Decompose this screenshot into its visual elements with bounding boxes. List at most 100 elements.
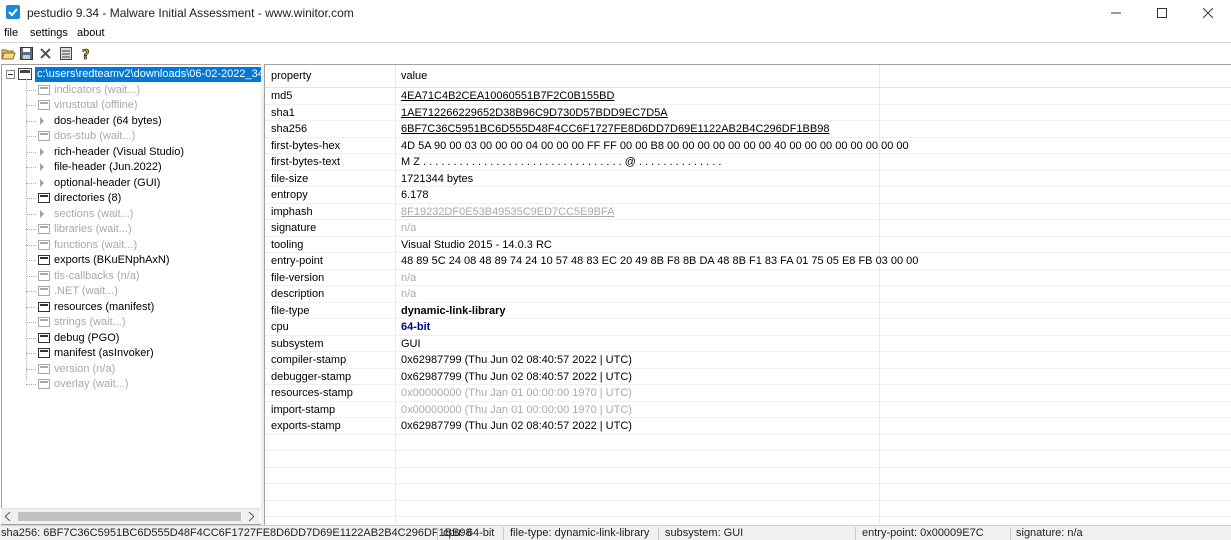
scrollbar-thumb[interactable] [18,512,241,521]
table-row[interactable]: exports-stamp 0x62987799 (Thu Jun 02 08:4… [265,417,1231,435]
value-cell[interactable]: 6BF7C36C5951BC6D555D48F4CC6F1727FE8D6DD7… [401,123,829,135]
tree-item-label[interactable]: exports (BKuENphAxN) [54,254,170,266]
table-row[interactable] [265,483,1231,501]
tree-item[interactable]: dos-stub (wait...) [2,129,261,144]
table-row[interactable]: entry-point 48 89 5C 24 08 48 89 74 24 10… [265,252,1231,270]
tree-item[interactable]: rich-header (Visual Studio) [2,145,261,160]
table-row[interactable]: file-size 1721344 bytes [265,170,1231,187]
tree-item[interactable]: file-header (Jun.2022) [2,160,261,175]
property-cell: file-type [271,304,310,317]
list-icon[interactable] [57,45,74,62]
tree-item-label[interactable]: .NET (wait...) [54,285,118,297]
table-row[interactable]: first-bytes-text M Z . . . . . . . . . . … [265,153,1231,171]
close-icon[interactable] [37,45,54,62]
tree-item-label[interactable]: libraries (wait...) [54,223,132,235]
key-icon [37,270,51,282]
table-row[interactable]: file-version n/a [265,269,1231,286]
tree-item[interactable]: version (n/a) [2,362,261,377]
table-row[interactable] [265,467,1231,484]
header-property[interactable]: property [271,70,311,82]
scroll-right-icon[interactable] [248,512,254,521]
tree-root[interactable]: c:\users\redteamv2\downloads\06-02-2022_… [2,67,261,82]
tree-pane[interactable]: c:\users\redteamv2\downloads\06-02-2022_… [1,64,262,525]
table-row[interactable]: file-type dynamic-link-library [265,302,1231,319]
menu-file[interactable]: file [4,27,18,39]
maximize-button[interactable] [1139,0,1185,25]
menu-about[interactable]: about [77,27,105,39]
tree-item[interactable]: .NET (wait...) [2,284,261,299]
tree-horizontal-scrollbar[interactable] [1,508,260,524]
tree-item-label[interactable]: strings (wait...) [54,316,126,328]
table-row[interactable]: debugger-stamp 0x62987799 (Thu Jun 02 08:… [265,368,1231,385]
expander-icon[interactable] [40,209,44,218]
value-cell[interactable]: 1AE712266229652D38B96C9D730D57BDD9EC7D5A [401,107,668,119]
tree-item-label[interactable]: optional-header (GUI) [54,177,160,189]
table-row[interactable] [265,434,1231,451]
expander-icon[interactable] [40,178,44,187]
value-cell[interactable]: 8F19232DF0E53B49535C9ED7CC5E9BFA [401,206,614,218]
tree-item-label[interactable]: virustotal (offline) [54,99,138,111]
tree-item-label[interactable]: manifest (asInvoker) [54,347,154,359]
tree-item-label[interactable]: debug (PGO) [54,332,119,344]
table-row[interactable]: md5 4EA71C4B2CEA10060551B7F2C0B155BD [265,87,1231,105]
tree-item-label[interactable]: rich-header (Visual Studio) [54,146,184,158]
scroll-left-icon[interactable] [5,512,11,521]
minimize-button[interactable] [1093,0,1139,25]
tree-item[interactable]: overlay (wait...) [2,377,261,392]
collapse-icon[interactable] [6,70,15,79]
tree-connector [26,167,36,168]
table-row[interactable]: subsystem GUI [265,335,1231,352]
table-row[interactable]: sha256 6BF7C36C5951BC6D555D48F4CC6F1727FE… [265,120,1231,138]
tree-item[interactable]: tls-callbacks (n/a) [2,269,261,284]
tree-item[interactable]: optional-header (GUI) [2,176,261,191]
tree-item-label[interactable]: functions (wait...) [54,239,137,251]
table-row[interactable]: signature n/a [265,219,1231,237]
table-row[interactable]: compiler-stamp 0x62987799 (Thu Jun 02 08:… [265,351,1231,369]
tree-root-label[interactable]: c:\users\redteamv2\downloads\06-02-2022_… [35,67,261,82]
help-icon[interactable]: ? [78,45,95,62]
tree-item[interactable]: functions (wait...) [2,238,261,253]
tree-item[interactable]: resources (manifest) [2,300,261,315]
table-row[interactable] [265,500,1231,517]
tree-item-label[interactable]: file-header (Jun.2022) [54,161,162,173]
tree-item-label[interactable]: sections (wait...) [54,208,133,220]
value-cell[interactable]: 4EA71C4B2CEA10060551B7F2C0B155BD [401,90,614,102]
table-row[interactable]: cpu 64-bit [265,318,1231,336]
tree-item[interactable]: debug (PGO) [2,331,261,346]
tree-item[interactable]: sections (wait...) [2,207,261,222]
expander-icon[interactable] [40,116,44,125]
tree-item[interactable]: strings (wait...) [2,315,261,330]
expander-icon[interactable] [40,147,44,156]
tree-item[interactable]: exports (BKuENphAxN) [2,253,261,268]
table-row[interactable] [265,450,1231,468]
save-icon[interactable] [18,45,35,62]
tree-item-label[interactable]: dos-header (64 bytes) [54,115,162,127]
open-icon[interactable] [0,45,17,62]
table-row[interactable]: resources-stamp 0x00000000 (Thu Jan 01 00… [265,384,1231,402]
menu-settings[interactable]: settings [30,27,68,39]
expander-icon[interactable] [40,163,44,171]
tree-item[interactable]: manifest (asInvoker) [2,346,261,361]
tree-item-label[interactable]: overlay (wait...) [54,378,129,390]
tree-item[interactable]: indicators (wait...) [2,83,261,98]
tree-item-label[interactable]: resources (manifest) [54,301,154,313]
tree-item[interactable]: dos-header (64 bytes) [2,114,261,129]
tree-item-label[interactable]: version (n/a) [54,363,115,375]
header-value[interactable]: value [401,70,427,82]
table-row[interactable]: import-stamp 0x00000000 (Thu Jan 01 00:00… [265,401,1231,418]
tree-item-label[interactable]: dos-stub (wait...) [54,130,135,142]
table-row[interactable]: first-bytes-hex 4D 5A 90 00 03 00 00 00 0… [265,137,1231,154]
tree-item-label[interactable]: directories (8) [54,192,121,204]
tree-item[interactable]: virustotal (offline) [2,98,261,113]
table-row[interactable]: description n/a [265,285,1231,303]
table-row[interactable]: imphash 8F19232DF0E53B49535C9ED7CC5E9BFA [265,203,1231,220]
tree-item-label[interactable]: indicators (wait...) [54,84,140,96]
tree-item-label[interactable]: tls-callbacks (n/a) [54,270,140,282]
close-window-button[interactable] [1185,0,1231,25]
property-cell: cpu [271,321,289,333]
table-row[interactable]: tooling Visual Studio 2015 - 14.0.3 RC [265,236,1231,253]
tree-item[interactable]: libraries (wait...) [2,222,261,237]
tree-item[interactable]: directories (8) [2,191,261,206]
table-row[interactable]: sha1 1AE712266229652D38B96C9D730D57BDD9EC… [265,104,1231,121]
table-row[interactable]: entropy 6.178 [265,186,1231,204]
